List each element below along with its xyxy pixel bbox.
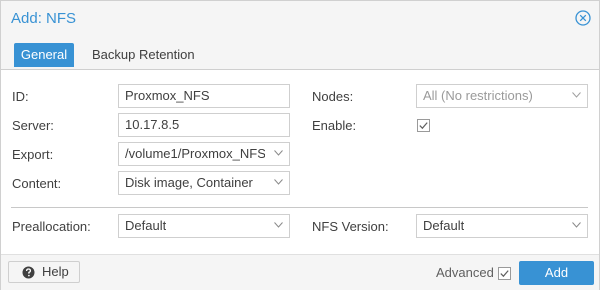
advanced-checkbox[interactable] bbox=[498, 267, 511, 280]
preallocation-value: Default bbox=[125, 218, 167, 233]
dialog-footer: Help Advanced Add bbox=[1, 254, 599, 290]
nodes-select[interactable]: All (No restrictions) bbox=[416, 84, 588, 108]
chevron-down-icon[interactable] bbox=[274, 150, 283, 156]
server-value: 10.17.8.5 bbox=[125, 117, 180, 132]
add-button[interactable]: Add bbox=[519, 261, 594, 285]
tab-backup-retention[interactable]: Backup Retention bbox=[85, 43, 202, 67]
id-label: ID: bbox=[12, 89, 29, 104]
content-select[interactable]: Disk image, Container bbox=[118, 171, 290, 195]
id-value: Proxmox_NFS bbox=[125, 88, 210, 103]
close-icon[interactable] bbox=[575, 10, 591, 26]
nodes-value: All (No restrictions) bbox=[423, 88, 533, 103]
export-value: /volume1/Proxmox_NFS bbox=[125, 146, 265, 161]
preallocation-label: Preallocation: bbox=[12, 219, 91, 234]
nfs-version-value: Default bbox=[423, 218, 465, 233]
advanced-divider bbox=[11, 207, 588, 208]
nfs-version-label: NFS Version: bbox=[312, 219, 389, 234]
chevron-down-icon[interactable] bbox=[572, 222, 581, 228]
preallocation-select[interactable]: Default bbox=[118, 214, 290, 238]
nodes-label: Nodes: bbox=[312, 89, 354, 104]
id-field[interactable]: Proxmox_NFS bbox=[118, 84, 290, 108]
general-panel: ID: Proxmox_NFS Server: 10.17.8.5 Export… bbox=[1, 70, 599, 254]
add-nfs-dialog: Add: NFS General Backup Retention ID: Pr… bbox=[0, 0, 600, 290]
enable-label: Enable: bbox=[312, 118, 357, 133]
advanced-label[interactable]: Advanced bbox=[436, 261, 494, 285]
server-label: Server: bbox=[12, 118, 54, 133]
question-circle-icon bbox=[22, 266, 35, 279]
tab-bar: General Backup Retention bbox=[1, 37, 599, 70]
chevron-down-icon[interactable] bbox=[274, 179, 283, 185]
chevron-down-icon[interactable] bbox=[572, 92, 581, 98]
dialog-title: Add: NFS bbox=[11, 10, 77, 27]
dialog-titlebar: Add: NFS bbox=[1, 1, 599, 37]
export-select[interactable]: /volume1/Proxmox_NFS bbox=[118, 142, 290, 166]
help-button[interactable]: Help bbox=[8, 261, 80, 283]
export-label: Export: bbox=[12, 147, 54, 162]
chevron-down-icon[interactable] bbox=[274, 222, 283, 228]
nfs-version-select[interactable]: Default bbox=[416, 214, 588, 238]
tab-general[interactable]: General bbox=[14, 43, 74, 67]
content-label: Content: bbox=[12, 176, 62, 191]
content-value: Disk image, Container bbox=[125, 175, 253, 190]
help-label: Help bbox=[42, 264, 69, 279]
server-field[interactable]: 10.17.8.5 bbox=[118, 113, 290, 137]
enable-checkbox[interactable] bbox=[417, 119, 430, 132]
